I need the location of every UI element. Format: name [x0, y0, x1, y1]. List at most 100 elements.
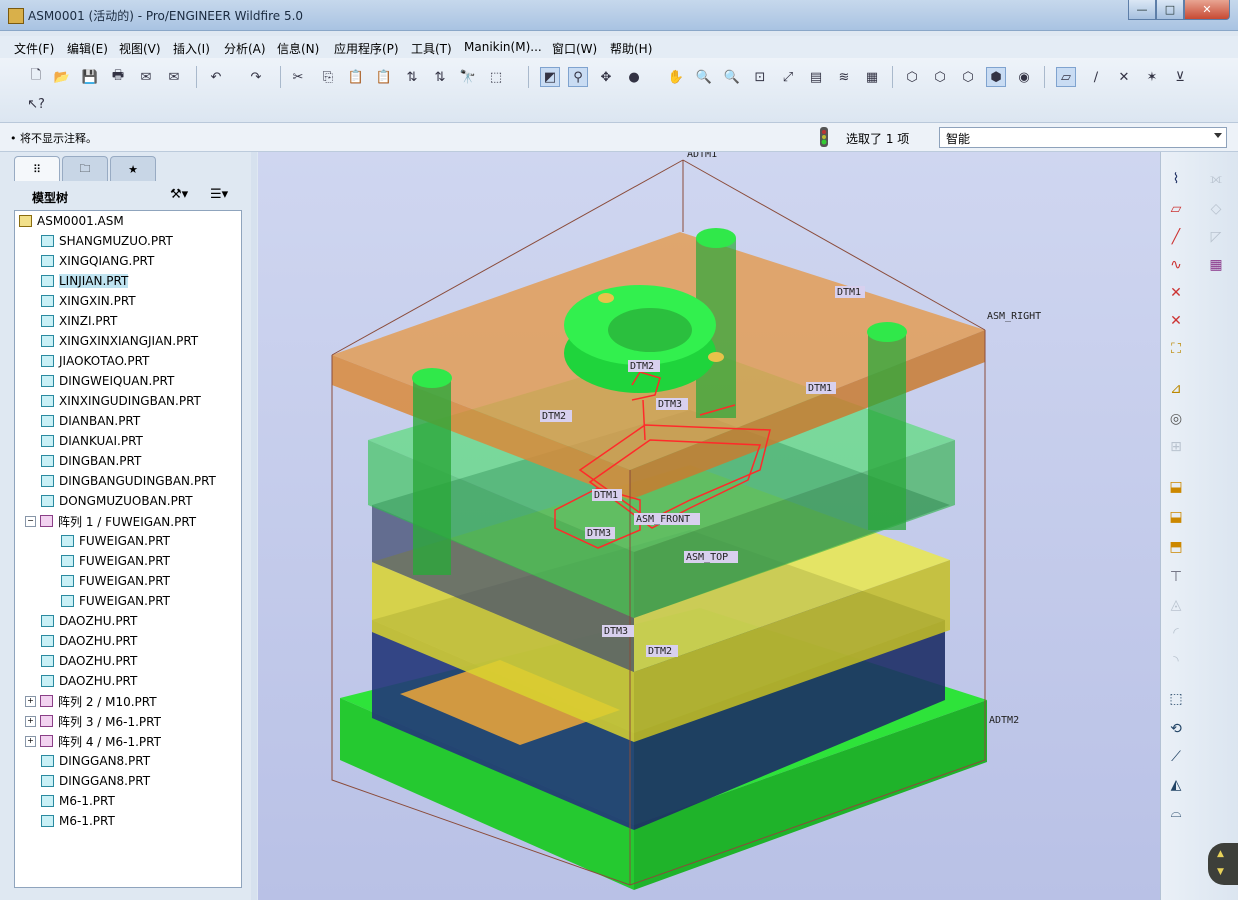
find-icon[interactable]: 🔭	[458, 67, 478, 87]
expand-toggle[interactable]: +	[25, 695, 36, 707]
wireframe-icon[interactable]: ⬡	[902, 67, 922, 87]
cut-feature-icon[interactable]: ⊤	[1165, 566, 1187, 588]
zoom-in-icon[interactable]: 🔍	[694, 67, 714, 87]
tree-item[interactable]: + 阵列 3 / M6-1.PRT	[25, 712, 161, 730]
datum-label-asm-right[interactable]: ASM_RIGHT	[987, 311, 1041, 322]
close-button[interactable]: ✕	[1184, 0, 1230, 20]
menu-file[interactable]: 文件(F)	[14, 40, 54, 57]
hidden-line-icon[interactable]: ⬡	[930, 67, 950, 87]
tree-item[interactable]: DAOZHU.PRT	[41, 632, 137, 650]
datum-label-dtm2[interactable]: DTM2	[630, 361, 654, 372]
datum-display-icon[interactable]: ◩	[540, 67, 560, 87]
redo-icon[interactable]: ↷	[246, 67, 266, 87]
assemble-component-icon[interactable]: ⬓	[1165, 476, 1187, 498]
datum-label-dtm3[interactable]: DTM3	[587, 528, 611, 539]
datum-label-dtm2[interactable]: DTM2	[648, 646, 672, 657]
tree-item[interactable]: DINGBAN.PRT	[41, 452, 141, 470]
appearance-sphere-icon[interactable]: ●	[624, 67, 644, 87]
spin-center-icon[interactable]: ⚲	[568, 67, 588, 87]
tab-folder-browser[interactable]: 🗀	[62, 156, 108, 181]
layers-icon[interactable]: ≋	[834, 67, 854, 87]
revolve-icon[interactable]: ⟲	[1165, 718, 1187, 740]
zoom-out-icon[interactable]: 🔍	[722, 67, 742, 87]
tree-columns-icon[interactable]: ☰▾	[210, 187, 228, 202]
maximize-button[interactable]: □	[1156, 0, 1184, 20]
tree-item[interactable]: XINGQIANG.PRT	[41, 252, 154, 270]
menu-insert[interactable]: 插入(I)	[173, 40, 210, 57]
cut-icon[interactable]: ✂	[288, 67, 308, 87]
paste-icon[interactable]: 📋	[346, 67, 366, 87]
tree-item[interactable]: XINZI.PRT	[41, 312, 117, 330]
tree-item[interactable]: DINGGAN8.PRT	[41, 752, 150, 770]
reorient-icon[interactable]: ⤢	[778, 67, 798, 87]
datum-label-dtm2[interactable]: DTM2	[542, 411, 566, 422]
tree-item[interactable]: JIAOKOTAO.PRT	[41, 352, 149, 370]
datum-planes-icon[interactable]: ▱	[1056, 67, 1076, 87]
saved-views-icon[interactable]: ▤	[806, 67, 826, 87]
tree-item[interactable]: DINGBANGUDINGBAN.PRT	[41, 472, 216, 490]
save-icon[interactable]: 💾	[80, 67, 100, 87]
tree-item[interactable]: DIANKUAI.PRT	[41, 432, 143, 450]
tree-item[interactable]: DAOZHU.PRT	[41, 652, 137, 670]
tree-item[interactable]: XINGXINXIANGJIAN.PRT	[41, 332, 198, 350]
menu-edit[interactable]: 编辑(E)	[67, 40, 108, 57]
regenerate-manager-icon[interactable]: ⇅	[430, 67, 450, 87]
refit-icon[interactable]: ⊡	[750, 67, 770, 87]
pan-hand-icon[interactable]: ✋	[666, 67, 686, 87]
create-subassembly-icon[interactable]: ⬒	[1165, 536, 1187, 558]
no-hidden-icon[interactable]: ⬡	[958, 67, 978, 87]
open-folder-icon[interactable]: 📂	[52, 67, 72, 87]
tree-item[interactable]: LINJIAN.PRT	[41, 272, 129, 290]
tree-item[interactable]: FUWEIGAN.PRT	[61, 532, 170, 550]
tree-item[interactable]: SHANGMUZUO.PRT	[41, 232, 173, 250]
menu-window[interactable]: 窗口(W)	[552, 40, 597, 57]
menu-view[interactable]: 视图(V)	[119, 40, 161, 57]
expand-toggle[interactable]: +	[25, 715, 36, 727]
datum-label-dtm3[interactable]: DTM3	[658, 399, 682, 410]
tree-item[interactable]: XINGXIN.PRT	[41, 292, 136, 310]
tab-favorites[interactable]: ★	[110, 156, 156, 181]
datum-axis-icon[interactable]: ╱	[1165, 226, 1187, 248]
graphics-window[interactable]: ADTM1 DTM1 ASM_RIGHT DTM2 DTM1 DTM3 DTM2…	[258, 152, 1160, 900]
tree-item[interactable]: FUWEIGAN.PRT	[61, 552, 170, 570]
datum-label-adtm2[interactable]: ADTM2	[989, 715, 1019, 726]
coordinate-systems-icon[interactable]: ✶	[1142, 67, 1162, 87]
email-icon[interactable]: ✉	[136, 67, 156, 87]
extrude-icon[interactable]: ⬚	[1165, 688, 1187, 710]
tree-item[interactable]: M6-1.PRT	[41, 792, 115, 810]
tree-item[interactable]: DIANBAN.PRT	[41, 412, 140, 430]
datum-label-dtm3[interactable]: DTM3	[604, 626, 628, 637]
regenerate-icon[interactable]: ⇅	[402, 67, 422, 87]
menu-analysis[interactable]: 分析(A)	[224, 40, 266, 57]
datum-label-dtm1[interactable]: DTM1	[594, 490, 618, 501]
menu-applications[interactable]: 应用程序(P)	[334, 40, 399, 57]
navigation-ball[interactable]: ▲ ▼	[1208, 843, 1238, 885]
orient-mode-icon[interactable]: ✥	[596, 67, 616, 87]
menu-tools[interactable]: 工具(T)	[411, 40, 452, 57]
new-file-icon[interactable]: 🗋	[26, 67, 46, 87]
sketch-icon[interactable]: ⌇	[1165, 168, 1187, 190]
tree-item[interactable]: DAOZHU.PRT	[41, 672, 137, 690]
tree-item[interactable]: FUWEIGAN.PRT	[61, 572, 170, 590]
menu-info[interactable]: 信息(N)	[277, 40, 319, 57]
datum-curve-icon[interactable]: ∿	[1165, 254, 1187, 276]
tree-item[interactable]: − 阵列 1 / FUWEIGAN.PRT	[25, 512, 196, 530]
datum-label-dtm1[interactable]: DTM1	[837, 287, 861, 298]
sweep-icon[interactable]: ⟋	[1165, 746, 1187, 768]
coordinate-system-icon[interactable]: ✕	[1165, 310, 1187, 332]
tree-item[interactable]: XINXINGUDINGBAN.PRT	[41, 392, 201, 410]
datum-label-adtm1[interactable]: ADTM1	[687, 152, 717, 160]
datum-label-asm-front[interactable]: ASM_FRONT	[636, 514, 690, 525]
copy-icon[interactable]: ⎘	[318, 67, 338, 87]
annotations-icon[interactable]: ⊻	[1170, 67, 1190, 87]
datum-label-asm-top[interactable]: ASM_TOP	[686, 552, 728, 563]
panel-splitter[interactable]	[251, 152, 257, 900]
package-icon[interactable]: ◎	[1165, 408, 1187, 430]
tree-item[interactable]: FUWEIGAN.PRT	[61, 592, 170, 610]
tree-item[interactable]: DAOZHU.PRT	[41, 612, 137, 630]
datum-plane-icon[interactable]: ▱	[1165, 198, 1187, 220]
menu-manikin[interactable]: Manikin(M)...	[464, 40, 542, 54]
blend-icon[interactable]: ◭	[1165, 774, 1187, 796]
datum-label-dtm1[interactable]: DTM1	[808, 383, 832, 394]
tab-model-tree[interactable]: ⠿	[14, 156, 60, 181]
